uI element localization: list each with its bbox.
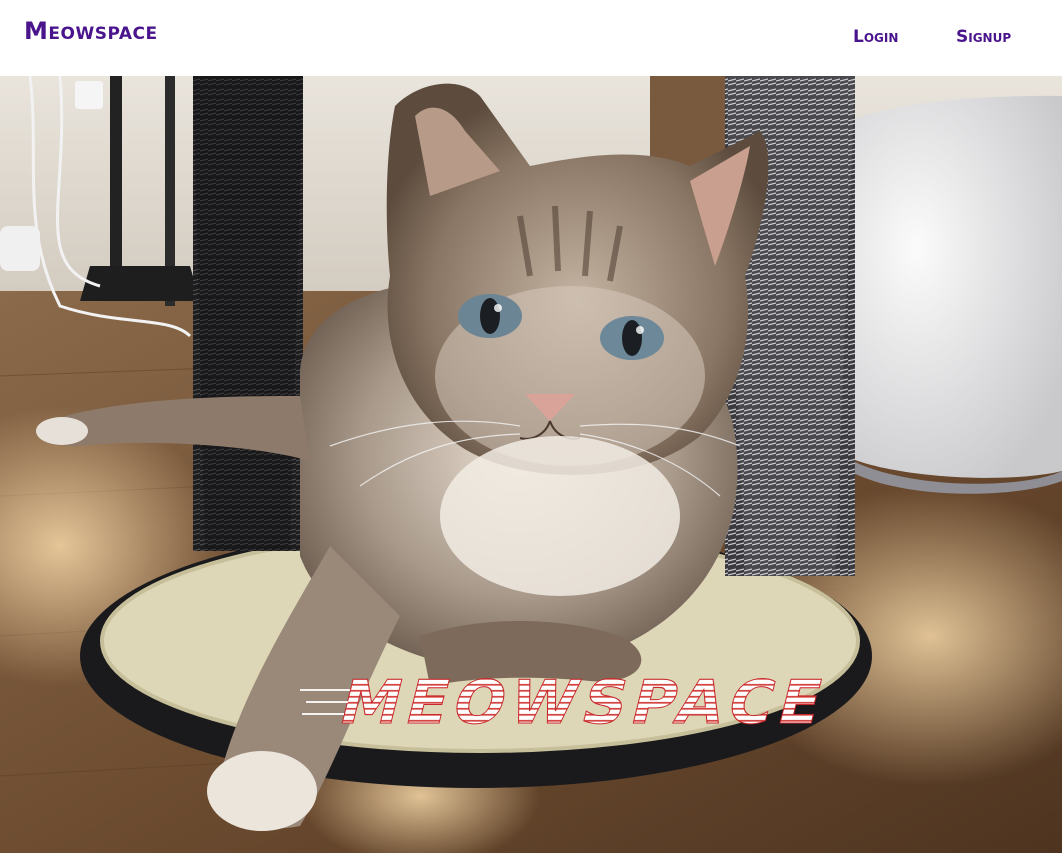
signup-link[interactable]: Signup bbox=[956, 27, 1011, 47]
hero-section: MEOWSPACE bbox=[0, 76, 1062, 853]
hero-title-text: MEOWSPACE bbox=[333, 670, 835, 738]
brand-logo-link[interactable]: Meowspace bbox=[24, 17, 158, 45]
hero-title-logo: MEOWSPACE bbox=[300, 670, 836, 738]
login-link[interactable]: Login bbox=[853, 27, 898, 47]
top-navbar: Meowspace Login Signup bbox=[0, 0, 1062, 76]
